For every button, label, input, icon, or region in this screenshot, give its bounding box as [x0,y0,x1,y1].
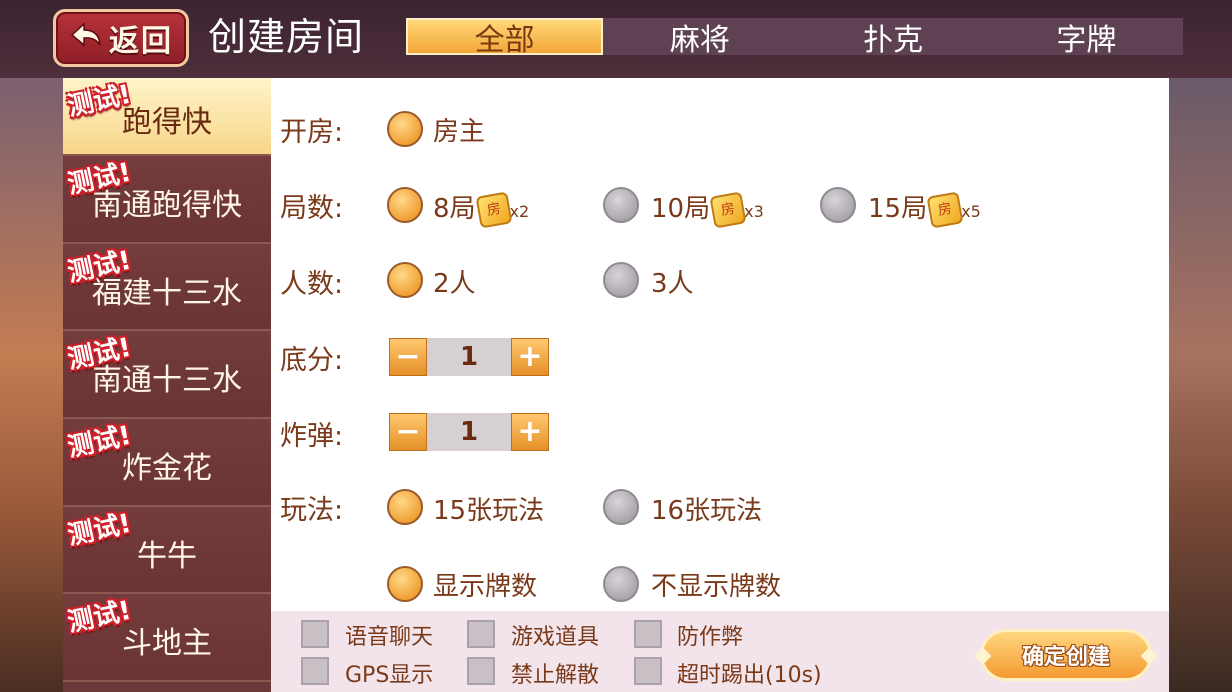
room-card-icon: 房 [709,190,747,229]
background-left [0,78,64,692]
radio-room-owner[interactable] [387,111,423,147]
category-tabs: 全部 麻将 扑克 字牌 [406,18,1183,58]
rounds-15-multiplier: x5 [961,202,981,221]
radio-show-card-count[interactable] [387,566,423,602]
label-game-props: 游戏道具 [511,625,600,650]
base-score-plus-button[interactable]: + [511,338,549,376]
rounds-10-text: 10局 [651,194,711,224]
background-right [1168,78,1232,692]
base-score-value: 1 [427,338,511,376]
rounds-10-multiplier: x3 [744,202,764,221]
room-card-icon: 房 [475,190,513,229]
label-disable-dissolve: 禁止解散 [511,663,600,688]
rounds-8-text: 8局 [433,194,476,224]
radio-play-16[interactable] [603,489,639,525]
base-score-label: 底分: [280,345,344,376]
sidebar-item-paodekuai[interactable]: 跑得快 测试! [63,78,271,156]
option-play-15: 15张玩法 [433,496,545,526]
open-room-label: 开房: [280,117,344,148]
radio-rounds-8[interactable] [387,187,423,223]
tab-poker[interactable]: 扑克 [797,18,990,58]
play-mode-label: 玩法: [280,495,344,526]
label-anti-cheat: 防作弊 [677,625,744,650]
option-rounds-10: 10局房 x3 [651,188,764,229]
option-show-card-count: 显示牌数 [433,572,538,602]
sidebar-item-doudizhu[interactable]: 斗地主 测试! [63,594,271,683]
checkbox-timeout-kick[interactable] [634,657,662,685]
radio-players-3[interactable] [603,262,639,298]
option-players-3: 3人 [651,269,694,299]
radio-hide-card-count[interactable] [603,566,639,602]
top-bar: 返回 创建房间 全部 麻将 扑克 字牌 [0,0,1232,78]
label-timeout-kick: 超时踢出(10s) [677,663,822,688]
bomb-plus-button[interactable]: + [511,413,549,451]
option-room-owner: 房主 [433,117,486,147]
radio-rounds-10[interactable] [603,187,639,223]
back-arrow-icon [70,22,101,47]
players-label: 人数: [280,269,344,300]
rounds-label: 局数: [280,193,344,224]
checkbox-anti-cheat[interactable] [634,620,662,648]
sidebar-item-nantong-shisanshui[interactable]: 南通十三水 测试! [63,331,271,420]
option-rounds-8: 8局房 x2 [433,188,530,229]
option-hide-card-count: 不显示牌数 [651,572,782,602]
sidebar-item-zhajinhua[interactable]: 炸金花 测试! [63,419,271,507]
base-score-minus-button[interactable]: − [389,338,427,376]
sidebar-item-fujian-shisanshui[interactable]: 福建十三水 测试! [63,243,271,332]
room-card-icon: 房 [926,190,964,229]
sidebar-item-niuniu[interactable]: 牛牛 测试! [63,506,271,595]
tab-all[interactable]: 全部 [406,18,604,58]
checkbox-voice-chat[interactable] [301,620,329,648]
room-settings-panel: 开房: 房主 局数: 8局房 x2 10局房 x3 15局房 x5 人数: 2人 3人… [271,78,1169,611]
back-button-label: 返回 [109,24,173,59]
option-players-2: 2人 [433,269,476,299]
page-title: 创建房间 [208,15,365,59]
radio-rounds-15[interactable] [820,187,856,223]
checkbox-game-props[interactable] [467,620,495,648]
radio-players-2[interactable] [387,262,423,298]
radio-play-15[interactable] [387,489,423,525]
rounds-15-text: 15局 [868,194,928,224]
tab-mahjong[interactable]: 麻将 [603,18,796,58]
bomb-label: 炸弹: [280,421,344,452]
back-button[interactable]: 返回 [53,9,189,67]
checkbox-gps-display[interactable] [301,657,329,685]
game-list-sidebar: 跑得快 测试! 南通跑得快 测试! 福建十三水 测试! 南通十三水 测试! 炸金… [63,78,271,692]
bomb-stepper: − 1 + [389,413,549,451]
label-gps-display: GPS显示 [345,663,434,688]
tab-zipai[interactable]: 字牌 [990,18,1183,58]
bomb-minus-button[interactable]: − [389,413,427,451]
bomb-value: 1 [427,413,511,451]
option-play-16: 16张玩法 [651,496,763,526]
base-score-stepper: − 1 + [389,338,549,376]
sidebar-item-nantong-paodekuai[interactable]: 南通跑得快 测试! [63,156,271,244]
label-voice-chat: 语音聊天 [345,625,434,650]
checkbox-disable-dissolve[interactable] [467,657,495,685]
option-rounds-15: 15局房 x5 [868,188,981,229]
confirm-create-button[interactable]: 确定创建 [980,629,1152,681]
rounds-8-multiplier: x2 [509,202,530,221]
